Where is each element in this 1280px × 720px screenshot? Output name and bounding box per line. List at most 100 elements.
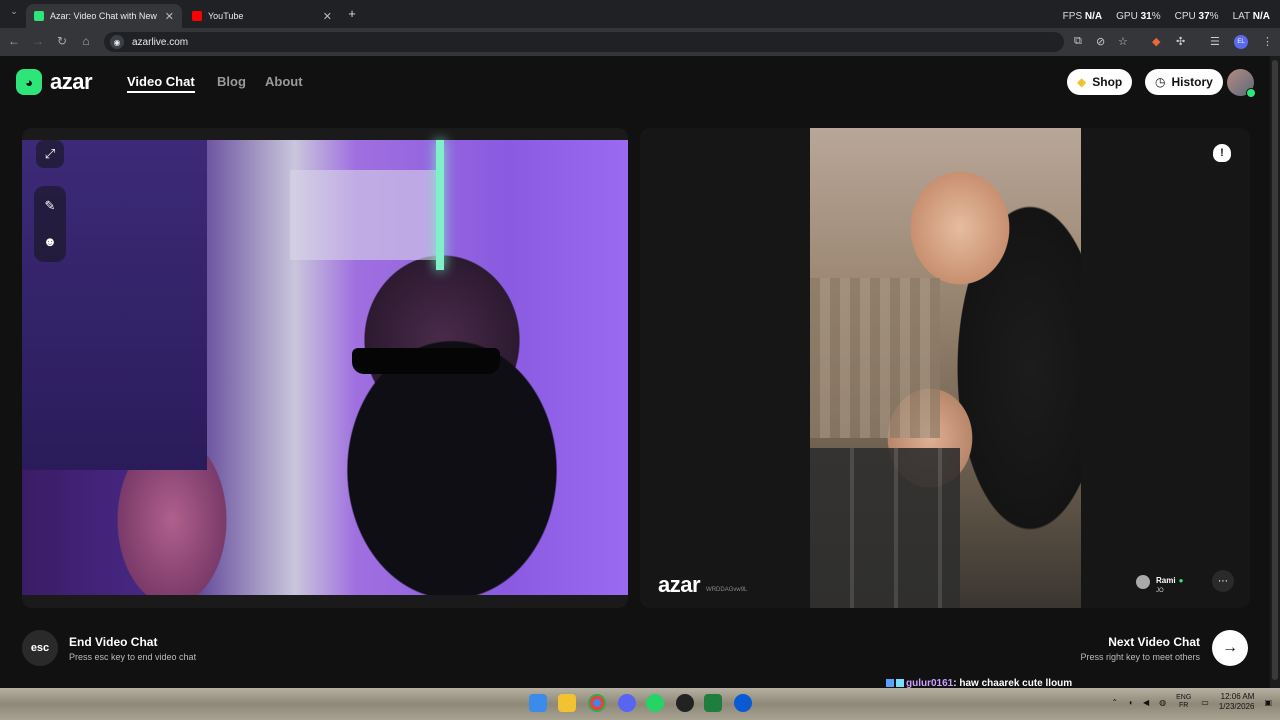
reload-icon[interactable]: ↻ <box>54 34 70 48</box>
peer-video-feed <box>810 128 1081 608</box>
chat-bubble-icon[interactable]: ⋯ <box>1212 570 1234 592</box>
nav-about[interactable]: About <box>265 74 303 89</box>
expand-video-icon[interactable]: ⤢ <box>36 140 64 168</box>
lang-top: ENG <box>1176 694 1192 701</box>
tab-azar[interactable]: Azar: Video Chat with New ✕ <box>26 4 182 28</box>
file-explorer-icon[interactable] <box>558 694 576 712</box>
system-clock[interactable]: 12:06 AM 1/23/2026 <box>1219 692 1255 712</box>
clock-time: 12:06 AM <box>1220 692 1255 701</box>
back-arrow-icon[interactable]: ← <box>6 34 22 48</box>
peer-info[interactable]: Rami ● JO <box>1136 570 1183 594</box>
shop-label: Shop <box>1092 75 1123 89</box>
chat-badge-icon <box>896 679 904 687</box>
chrome-icon[interactable] <box>588 694 606 712</box>
video-background-window <box>810 448 960 608</box>
profile-avatar-icon[interactable]: EL <box>1234 35 1248 49</box>
end-chat-hint: Press esc key to end video chat <box>69 652 197 662</box>
obs-icon[interactable] <box>676 694 694 712</box>
lat-readout: LAT N/A <box>1232 11 1270 22</box>
microphone-icon[interactable]: ◍ <box>1159 698 1166 707</box>
lang-bottom: FR <box>1179 702 1189 709</box>
tab-title: YouTube <box>208 11 244 21</box>
next-chat-button[interactable]: → <box>1212 630 1248 666</box>
azar-favicon-icon <box>34 11 44 21</box>
gem-icon: ◆ <box>1077 75 1087 89</box>
windows-taskbar <box>0 688 1280 720</box>
bookmark-star-icon[interactable]: ☆ <box>1118 35 1128 48</box>
tab-search-icon[interactable]: ⌄ <box>6 6 22 17</box>
browser-toolbar: ← → ↻ ⌂ ◉ azarlive.com ⧉ ⊘ ☆ ◆ ✣ ☰ EL ⋮ <box>0 28 1280 56</box>
hide-icon[interactable]: ⊘ <box>1096 35 1105 48</box>
azar-logo[interactable]: ◕ azar <box>16 69 93 95</box>
logo-text: azar <box>50 69 93 94</box>
extensions-puzzle-icon[interactable]: ✣ <box>1176 35 1185 48</box>
watermark-id: WRDDAGvw9L <box>706 587 748 593</box>
start-menu-icon[interactable] <box>529 694 547 712</box>
cpu-readout: CPU 37% <box>1174 11 1219 22</box>
self-video-feed <box>22 140 628 595</box>
azar-watermark: azar WRDDAGvw9L <box>658 572 747 598</box>
input-language[interactable]: ENG FR <box>1176 694 1191 710</box>
whatsapp-icon[interactable] <box>646 694 664 712</box>
video-background-shelf <box>290 170 440 260</box>
peer-video-panel: ! azar WRDDAGvw9L Rami ● JO ⋯ <box>640 128 1250 608</box>
forward-arrow-icon[interactable]: → <box>30 34 46 48</box>
reading-list-icon[interactable]: ☰ <box>1210 35 1220 48</box>
site-info-icon[interactable]: ◉ <box>110 35 124 49</box>
shop-button[interactable]: ◆ Shop <box>1067 69 1133 95</box>
address-bar[interactable]: ◉ azarlive.com <box>104 32 1064 52</box>
browser-tab-strip: ⌄ Azar: Video Chat with New ✕ YouTube ✕ … <box>0 0 1280 28</box>
extension-icon[interactable]: ◆ <box>1152 35 1160 48</box>
nav-blog[interactable]: Blog <box>217 74 246 89</box>
app-icon[interactable] <box>734 694 752 712</box>
user-avatar[interactable] <box>1227 69 1256 98</box>
tray-overflow-icon[interactable]: ⌃ <box>1111 698 1118 707</box>
chat-username: gulur0161 <box>906 677 954 689</box>
clock-icon: ◷ <box>1155 75 1166 89</box>
next-chat-hint: Press right key to meet others <box>1080 652 1200 662</box>
report-shield-icon[interactable]: ! <box>1213 144 1231 162</box>
history-button[interactable]: ◷ History <box>1145 69 1223 95</box>
app-header: ◕ azar Video Chat Blog About ◆ Shop ◷ Hi… <box>0 56 1270 108</box>
watermark-text: azar <box>658 572 701 597</box>
end-chat-esc-button[interactable]: esc <box>22 630 58 666</box>
end-chat-title: End Video Chat <box>69 635 158 649</box>
cast-icon[interactable]: ⧉ <box>1074 35 1082 48</box>
stream-chat-message: gulur0161 : haw chaarek cute lloum <box>886 677 1072 689</box>
new-tab-button[interactable]: + <box>344 6 360 21</box>
speaker-icon[interactable]: ◀ <box>1143 698 1149 707</box>
page-scrollbar[interactable] <box>1270 56 1280 688</box>
notification-icon[interactable]: ▣ <box>1264 698 1272 707</box>
video-background-curtain <box>810 278 940 438</box>
discord-icon[interactable] <box>618 694 636 712</box>
online-status-dot <box>1246 88 1256 98</box>
url-text: azarlive.com <box>132 36 189 48</box>
clock-date: 1/23/2026 <box>1218 702 1255 711</box>
youtube-favicon-icon <box>192 11 202 21</box>
display-icon[interactable]: ▭ <box>1201 698 1209 707</box>
system-tray: ⌃ ◖ ◀ ◍ ENG FR ▭ 12:06 AM 1/23/2026 ▣ <box>1111 692 1272 712</box>
tab-youtube[interactable]: YouTube ✕ <box>184 4 340 28</box>
arrow-right-icon: → <box>1222 639 1238 656</box>
chat-badge-icon <box>886 679 894 687</box>
spreadsheet-icon[interactable] <box>704 694 722 712</box>
azar-logo-icon: ◕ <box>16 69 42 95</box>
video-subject-sunglasses <box>352 348 500 374</box>
performance-overlay: FPS N/A GPU 31% CPU 37% LAT N/A <box>1063 11 1270 22</box>
verified-badge-icon: ● <box>1178 576 1184 585</box>
fps-readout: FPS N/A <box>1062 11 1103 22</box>
next-chat-title: Next Video Chat <box>1108 635 1200 649</box>
peer-country: JO <box>1156 588 1164 594</box>
scrollbar-thumb[interactable] <box>1272 60 1278 680</box>
home-icon[interactable]: ⌂ <box>78 34 94 48</box>
face-filter-icon[interactable]: ☻ <box>36 227 64 255</box>
magic-wand-icon[interactable]: ✎ <box>36 192 64 220</box>
menu-kebab-icon[interactable]: ⋮ <box>1262 35 1273 48</box>
tab-title: Azar: Video Chat with New <box>50 11 157 21</box>
video-background-led-strip <box>436 140 444 270</box>
close-tab-icon[interactable]: ✕ <box>323 10 332 23</box>
close-tab-icon[interactable]: ✕ <box>165 10 174 23</box>
peer-name: Rami <box>1156 576 1176 585</box>
nav-video-chat[interactable]: Video Chat <box>127 74 195 93</box>
headset-icon[interactable]: ◖ <box>1128 698 1133 707</box>
